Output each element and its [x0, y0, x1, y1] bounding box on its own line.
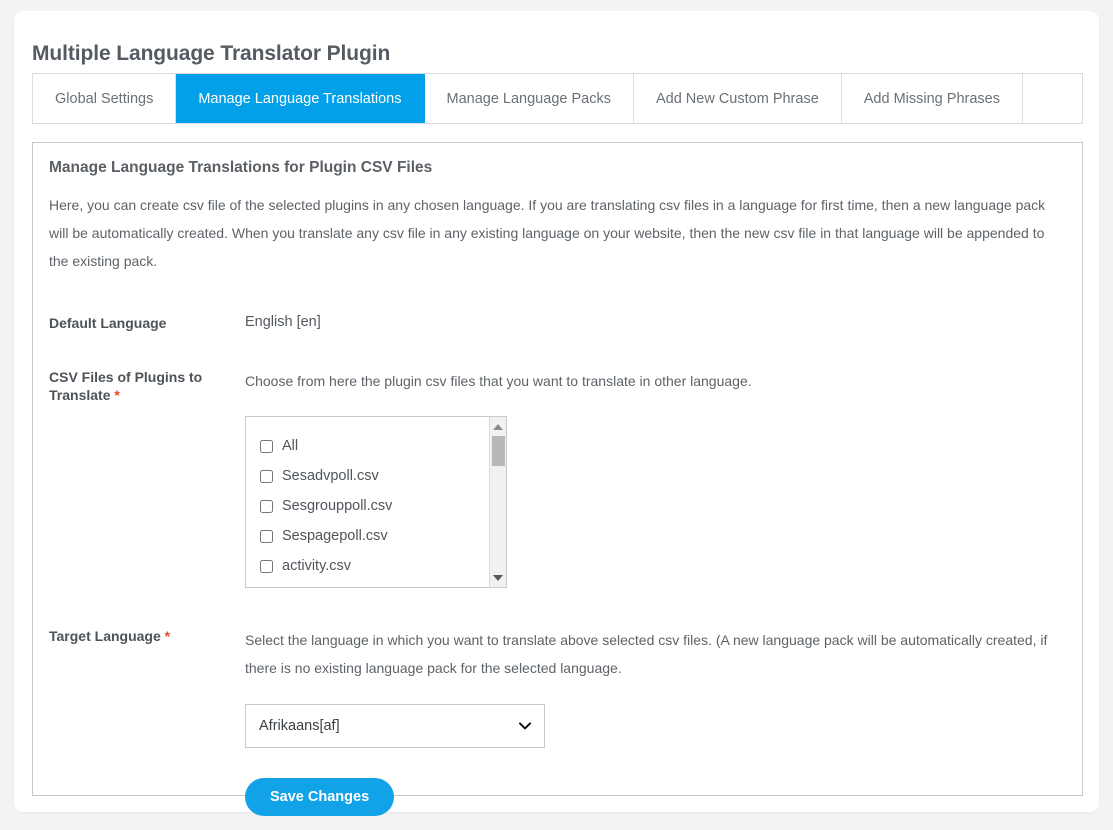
default-language-value: English [en] [245, 314, 321, 330]
label-text: Target Language [49, 628, 161, 644]
save-changes-button[interactable]: Save Changes [245, 778, 395, 816]
csv-option-all[interactable]: All [260, 431, 506, 461]
target-language-select-wrap: Afrikaans[af] [245, 704, 545, 748]
csv-files-help: Choose from here the plugin csv files th… [245, 373, 752, 389]
tab-manage-language-translations[interactable]: Manage Language Translations [176, 74, 425, 123]
label-text: Default Language [49, 315, 167, 331]
required-asterisk: * [114, 387, 120, 403]
field-target-language: Target Language * Select the language in… [49, 626, 1064, 816]
scrollbar-thumb[interactable] [492, 436, 505, 466]
csv-files-options: All Sesadvpoll.csv Sesgrouppoll.csv Sesp… [246, 417, 506, 581]
tab-global-settings[interactable]: Global Settings [33, 74, 177, 123]
scroll-up-arrow-icon[interactable] [490, 418, 506, 435]
csv-option-label: Sespagepoll.csv [282, 528, 388, 544]
csv-option-sespagepoll[interactable]: Sespagepoll.csv [260, 521, 506, 551]
required-asterisk: * [164, 628, 171, 644]
settings-panel: Manage Language Translations for Plugin … [32, 142, 1083, 816]
panel-title: Manage Language Translations for Plugin … [49, 159, 433, 176]
listbox-scrollbar[interactable] [489, 417, 506, 587]
panel-description: Here, you can create csv file of the sel… [49, 197, 1046, 269]
csv-option-label: Sesgrouppoll.csv [282, 498, 393, 514]
tab-manage-language-packs[interactable]: Manage Language Packs [424, 74, 634, 123]
csv-option-sesgrouppoll-checkbox[interactable] [260, 499, 273, 513]
csv-option-activity-checkbox[interactable] [260, 559, 273, 573]
label-text: CSV Files of Plugins to Translate [49, 369, 203, 403]
csv-option-activity[interactable]: activity.csv [260, 551, 506, 581]
csv-option-label: activity.csv [282, 558, 352, 574]
default-language-label: Default Language [49, 313, 245, 332]
tab-add-missing-phrases[interactable]: Add Missing Phrases [841, 74, 1023, 123]
tab-label: Add Missing Phrases [863, 90, 1000, 107]
target-language-label: Target Language * [49, 626, 245, 645]
csv-option-sesadvpoll-checkbox[interactable] [260, 469, 273, 483]
tab-label: Manage Language Translations [198, 90, 402, 107]
scroll-down-arrow-icon[interactable] [490, 569, 506, 586]
csv-option-label: All [282, 438, 299, 454]
tab-bar-filler [1022, 74, 1082, 123]
target-language-help: Select the language in which you want to… [245, 632, 1048, 676]
main-card: Multiple Language Translator Plugin Glob… [14, 11, 1099, 816]
csv-option-sesadvpoll[interactable]: Sesadvpoll.csv [260, 461, 506, 491]
target-language-select[interactable]: Afrikaans[af] [245, 704, 545, 748]
csv-option-label: Sesadvpoll.csv [282, 468, 379, 484]
page-root: Multiple Language Translator Plugin Glob… [0, 0, 1113, 830]
tab-add-new-custom-phrase[interactable]: Add New Custom Phrase [633, 74, 842, 123]
csv-option-all-checkbox[interactable] [260, 439, 273, 453]
csv-option-sespagepoll-checkbox[interactable] [260, 529, 273, 543]
field-default-language: Default Language English [en] [49, 313, 1064, 332]
csv-files-listbox[interactable]: All Sesadvpoll.csv Sesgrouppoll.csv Sesp… [245, 416, 507, 588]
field-csv-files: CSV Files of Plugins to Translate * Choo… [49, 367, 1064, 588]
tab-label: Manage Language Packs [446, 90, 611, 107]
csv-files-label: CSV Files of Plugins to Translate * [49, 367, 245, 404]
tab-label: Global Settings [55, 90, 154, 107]
tab-bar: Global Settings Manage Language Translat… [32, 73, 1083, 124]
page-title: Multiple Language Translator Plugin [32, 42, 391, 66]
tab-label: Add New Custom Phrase [655, 90, 819, 107]
csv-option-sesgrouppoll[interactable]: Sesgrouppoll.csv [260, 491, 506, 521]
